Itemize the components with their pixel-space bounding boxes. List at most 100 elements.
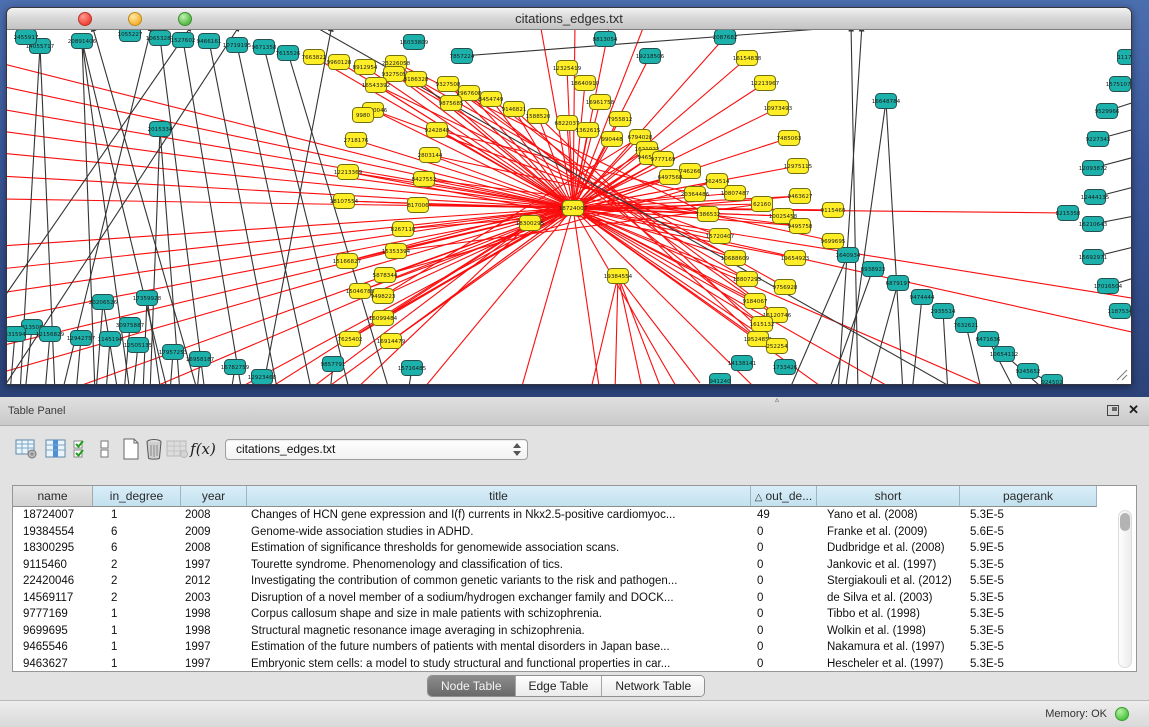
table-row[interactable]: 969969511998Structural magnetic resonanc… — [13, 623, 1122, 640]
table-cell[interactable]: 1 — [93, 623, 181, 640]
table-cell[interactable]: 5.3E-5 — [960, 623, 1097, 640]
network-edge[interactable] — [573, 208, 1131, 336]
table-cell[interactable]: Structural magnetic resonance image aver… — [247, 623, 751, 640]
table-cell[interactable]: 0 — [751, 540, 817, 557]
network-edge[interactable] — [183, 40, 242, 384]
splitter-grip-icon[interactable]: ▵ — [775, 395, 779, 404]
table-cell[interactable]: 1997 — [181, 557, 247, 574]
table-cell[interactable]: Tibbo et al. (1998) — [817, 606, 960, 623]
network-edge[interactable] — [615, 276, 618, 384]
memory-status-indicator[interactable] — [1115, 707, 1129, 721]
column-header-year[interactable]: year — [181, 486, 247, 507]
float-panel-icon[interactable] — [1107, 405, 1119, 416]
table-cell[interactable]: 0 — [751, 639, 817, 656]
table-cell[interactable]: Dudbridge et al. (2008) — [817, 540, 960, 557]
table-cell[interactable]: 18300295 — [13, 540, 93, 557]
table-cell[interactable]: Franke et al. (2009) — [817, 524, 960, 541]
show-columns-icon[interactable] — [43, 436, 69, 462]
table-cell[interactable]: 0 — [751, 557, 817, 574]
table-mode-icon[interactable] — [13, 436, 39, 462]
table-cell[interactable]: 5.3E-5 — [960, 656, 1097, 672]
table-cell[interactable]: 2 — [93, 590, 181, 607]
column-header-pagerank[interactable]: pagerank — [960, 486, 1097, 507]
network-edge[interactable] — [912, 297, 922, 384]
table-row[interactable]: 1872400712008Changes of HCN gene express… — [13, 507, 1122, 524]
table-cell[interactable]: 5.9E-5 — [960, 540, 1097, 557]
network-edge[interactable] — [943, 311, 948, 384]
table-cell[interactable]: Estimation of significance thresholds fo… — [247, 540, 751, 557]
network-edge[interactable] — [618, 276, 662, 384]
table-cell[interactable]: 2008 — [181, 507, 247, 524]
table-cell[interactable]: 1 — [93, 606, 181, 623]
table-cell[interactable]: 5.3E-5 — [960, 639, 1097, 656]
table-cell[interactable]: 6 — [93, 524, 181, 541]
network-edge[interactable] — [383, 208, 573, 296]
table-cell[interactable]: 1998 — [181, 623, 247, 640]
table-cell[interactable]: 0 — [751, 623, 817, 640]
network-edge[interactable] — [573, 208, 600, 384]
network-edge[interactable] — [373, 110, 573, 208]
table-row[interactable]: 1938455462009Genome-wide association stu… — [13, 524, 1122, 541]
table-row[interactable]: 2242004622012Investigating the contribut… — [13, 573, 1122, 590]
table-cell[interactable]: Changes of HCN gene expression and I(f) … — [247, 507, 751, 524]
network-edge[interactable] — [7, 153, 573, 208]
network-edge[interactable] — [462, 30, 872, 56]
table-cell[interactable]: Yano et al. (2008) — [817, 507, 960, 524]
table-cell[interactable]: 18724007 — [13, 507, 93, 524]
scrollbar-thumb[interactable] — [1120, 513, 1130, 531]
table-row[interactable]: 1830029562008Estimation of significance … — [13, 540, 1122, 557]
delete-table-icon[interactable] — [164, 436, 190, 462]
column-header-in_degree[interactable]: in_degree — [93, 486, 181, 507]
table-cell[interactable]: 1 — [93, 656, 181, 672]
table-cell[interactable]: Tourette syndrome. Phenomenology and cla… — [247, 557, 751, 574]
table-cell[interactable]: 5.3E-5 — [960, 507, 1097, 524]
network-edge[interactable] — [25, 327, 32, 384]
network-edge[interactable] — [7, 208, 573, 246]
table-cell[interactable]: 49 — [751, 507, 817, 524]
table-cell[interactable]: Jankovic et al. (1997) — [817, 557, 960, 574]
table-cell[interactable]: 2008 — [181, 540, 247, 557]
table-cell[interactable]: 9699695 — [13, 623, 93, 640]
network-window[interactable]: citations_edges.txt 14055717208914061065… — [6, 7, 1132, 385]
network-window-titlebar[interactable]: citations_edges.txt — [7, 8, 1131, 30]
column-header-title[interactable]: title — [247, 486, 751, 507]
table-row[interactable]: 1456911722003Disruption of a novel membe… — [13, 590, 1122, 607]
column-header-name[interactable]: name — [13, 486, 93, 507]
table-row[interactable]: 977716911998Corpus callosum shape and si… — [13, 606, 1122, 623]
network-edge[interactable] — [618, 276, 700, 383]
resize-grip-icon[interactable] — [1114, 367, 1128, 381]
table-select-combo[interactable]: citations_edges.txt — [225, 439, 528, 460]
table-cell[interactable]: Embryonic stem cells: a model to study s… — [247, 656, 751, 672]
table-cell[interactable]: 22420046 — [13, 573, 93, 590]
network-edge[interactable] — [147, 298, 161, 384]
table-row[interactable]: 946554611997Estimation of the future num… — [13, 639, 1122, 656]
table-cell[interactable]: Genome-wide association studies in ADHD. — [247, 524, 751, 541]
table-cell[interactable]: Disruption of a novel member of a sodium… — [247, 590, 751, 607]
table-cell[interactable]: Investigating the contribution of common… — [247, 573, 751, 590]
table-cell[interactable]: Stergiakouli et al. (2012) — [817, 573, 960, 590]
table-cell[interactable]: 2 — [93, 557, 181, 574]
table-cell[interactable]: 1997 — [181, 656, 247, 672]
close-icon[interactable]: ✕ — [1128, 402, 1139, 418]
table-cell[interactable]: 0 — [751, 590, 817, 607]
tab-edge-table[interactable]: Edge Table — [516, 676, 603, 696]
table-cell[interactable]: Estimation of the future numbers of pati… — [247, 639, 751, 656]
table-cell[interactable]: 1997 — [181, 639, 247, 656]
network-edge[interactable] — [573, 208, 680, 384]
network-edge[interactable] — [7, 208, 573, 346]
table-cell[interactable]: Hescheler et al. (1997) — [817, 656, 960, 672]
table-cell[interactable]: 14569117 — [13, 590, 93, 607]
network-edge[interactable] — [886, 101, 903, 384]
table-cell[interactable]: 2003 — [181, 590, 247, 607]
table-cell[interactable]: 1 — [93, 639, 181, 656]
network-canvas[interactable]: 1405571720891406106532871527602946616110… — [7, 30, 1131, 384]
table-cell[interactable]: Wolkin et al. (1998) — [817, 623, 960, 640]
table-cell[interactable]: 5.5E-5 — [960, 573, 1097, 590]
table-cell[interactable]: 5.3E-5 — [960, 557, 1097, 574]
table-cell[interactable]: 2 — [93, 573, 181, 590]
table-cell[interactable]: 6 — [93, 540, 181, 557]
network-edge[interactable] — [868, 283, 898, 384]
network-edge[interactable] — [845, 101, 886, 384]
table-panel-header[interactable]: ▵ Table Panel ✕ — [0, 397, 1149, 426]
table-cell[interactable]: 2009 — [181, 524, 247, 541]
